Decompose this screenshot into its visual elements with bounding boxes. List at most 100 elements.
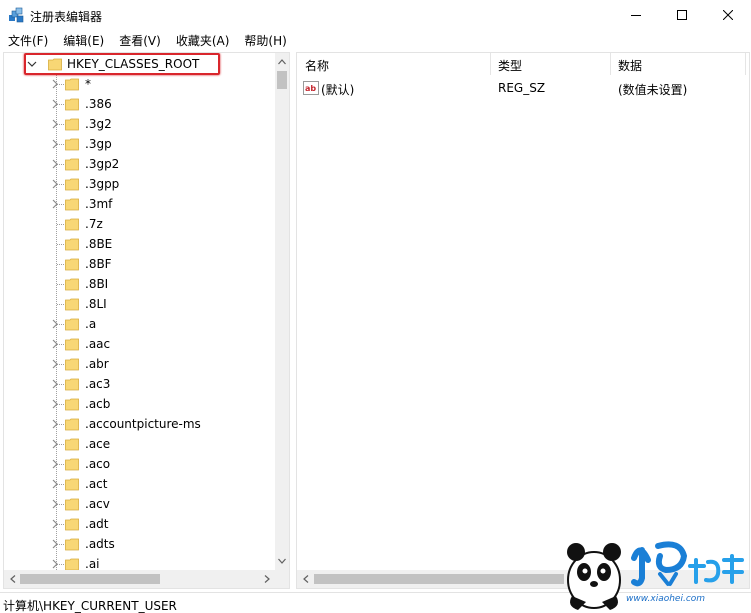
scroll-right-arrow-icon[interactable] [260,572,274,586]
menu-file[interactable]: 文件(F) [0,31,55,51]
tree-item[interactable]: .abr [4,354,276,374]
tree-item-label: .aac [85,337,111,351]
chevron-right-icon[interactable] [49,198,61,210]
chevron-right-icon[interactable] [49,418,61,430]
tree-item-label: .adts [85,537,115,551]
chevron-right-icon[interactable] [49,138,61,150]
close-icon [723,10,733,20]
tree-item[interactable]: .3mf [4,194,276,214]
value-name: (默认) [321,83,355,97]
tree-item[interactable]: .ai [4,554,276,570]
folder-icon [65,117,79,131]
tree-item[interactable]: .adts [4,534,276,554]
folder-icon [65,297,79,311]
title-bar: 注册表编辑器 [0,0,751,30]
tree-item[interactable]: .ac3 [4,374,276,394]
tree-item[interactable]: .aco [4,454,276,474]
tree-item[interactable]: .adt [4,514,276,534]
chevron-right-icon[interactable] [49,158,61,170]
values-pane: 名称 类型 数据 ab (默认) REG_SZ (数值未设置) [296,52,750,589]
tree-item[interactable]: * [4,74,276,94]
chevron-right-icon[interactable] [49,438,61,450]
tree-item-label: .a [85,317,97,331]
chevron-right-icon[interactable] [49,498,61,510]
folder-icon [65,437,79,451]
chevron-right-icon[interactable] [49,378,61,390]
tree-item[interactable]: .3g2 [4,114,276,134]
folder-icon [65,497,79,511]
folder-icon [65,177,79,191]
chevron-right-icon[interactable] [49,358,61,370]
chevron-right-icon[interactable] [49,78,61,90]
tree-item[interactable]: .7z [4,214,276,234]
menu-help[interactable]: 帮助(H) [236,31,293,51]
tree-item[interactable]: .8BE [4,234,276,254]
tree-horizontal-scroll-thumb[interactable] [20,574,160,584]
menu-edit[interactable]: 编辑(E) [55,31,111,51]
column-header-data[interactable]: 数据 [618,57,642,74]
tree-item[interactable]: .act [4,474,276,494]
chevron-right-icon[interactable] [49,178,61,190]
tree-item-label: .adt [85,517,109,531]
chevron-right-icon[interactable] [49,98,61,110]
tree-item[interactable]: .3gp2 [4,154,276,174]
tree-item[interactable]: .accountpicture-ms [4,414,276,434]
menu-view[interactable]: 查看(V) [111,31,168,51]
maximize-button[interactable] [659,0,705,30]
tree-item[interactable]: .aac [4,334,276,354]
tree-item[interactable]: .a [4,314,276,334]
tree-item[interactable]: .8BF [4,254,276,274]
tree-guide-branch [57,284,64,285]
menu-bar: 文件(F) 编辑(E) 查看(V) 收藏夹(A) 帮助(H) [0,31,294,51]
menu-favorites[interactable]: 收藏夹(A) [168,31,237,51]
chevron-right-icon[interactable] [49,518,61,530]
tree-item-label: .3gp2 [85,157,120,171]
watermark-site: www.xiaohei.com [626,594,706,604]
tree-item[interactable]: .ace [4,434,276,454]
chevron-right-icon[interactable] [49,398,61,410]
tree-item[interactable]: .8BI [4,274,276,294]
reg-string-icon: ab [303,80,319,96]
column-separator[interactable] [745,53,746,75]
list-item[interactable]: ab (默认) REG_SZ (数值未设置) [297,78,749,98]
list-horizontal-scroll-thumb[interactable] [314,574,564,584]
tree-item[interactable]: .acv [4,494,276,514]
tree-vertical-scroll-thumb[interactable] [277,71,287,89]
tree-vertical-scrollbar[interactable] [275,53,289,570]
close-button[interactable] [705,0,751,30]
column-header-type[interactable]: 类型 [498,57,522,74]
scroll-up-arrow-icon[interactable] [275,55,289,69]
tree-guide-branch [57,304,64,305]
folder-icon [65,337,79,351]
tree-item-label: .accountpicture-ms [85,417,201,431]
folder-icon [65,557,79,570]
tree-item-label: .ac3 [85,377,111,391]
chevron-right-icon[interactable] [49,458,61,470]
column-header-name[interactable]: 名称 [305,57,329,74]
chevron-right-icon[interactable] [49,118,61,130]
scroll-down-arrow-icon[interactable] [275,554,289,568]
minimize-button[interactable] [613,0,659,30]
folder-icon [65,397,79,411]
scroll-left-arrow-icon[interactable] [299,572,313,586]
chevron-right-icon[interactable] [49,558,61,570]
tree-item-label: .8BF [85,257,112,271]
tree-item[interactable]: .3gp [4,134,276,154]
tree-item[interactable]: .8LI [4,294,276,314]
tree-item-label: .3gp [85,137,112,151]
folder-icon [65,257,79,271]
tree-item[interactable]: .386 [4,94,276,114]
column-separator[interactable] [610,53,611,75]
chevron-right-icon[interactable] [49,338,61,350]
chevron-right-icon[interactable] [49,318,61,330]
watermark-logo: www.xiaohei.com [556,522,751,613]
chevron-right-icon[interactable] [49,478,61,490]
chevron-right-icon[interactable] [49,538,61,550]
scroll-left-arrow-icon[interactable] [6,572,20,586]
tree-item[interactable]: .3gpp [4,174,276,194]
tree-item[interactable]: .acb [4,394,276,414]
column-separator[interactable] [490,53,491,75]
tree-guide-branch [57,264,64,265]
tree-horizontal-scrollbar[interactable] [4,570,276,588]
folder-icon [65,317,79,331]
